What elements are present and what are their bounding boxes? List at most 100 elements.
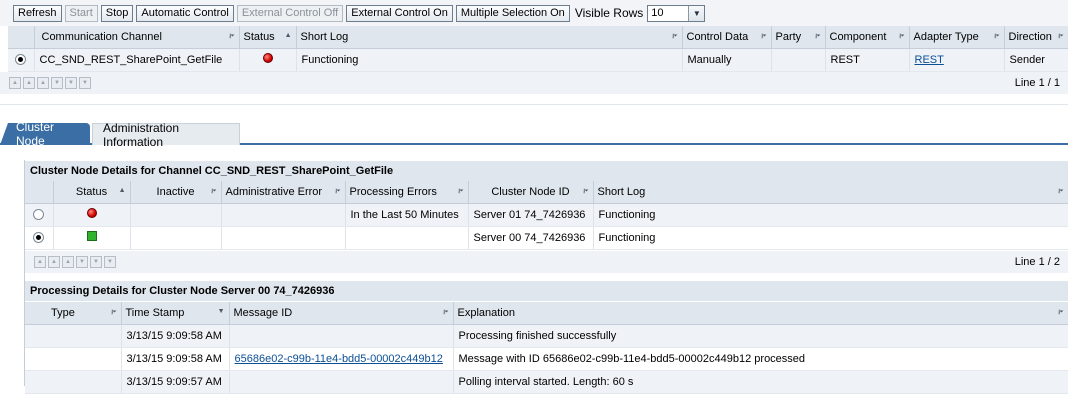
start-button[interactable]: Start [64,4,98,22]
external-control-on-button[interactable]: External Control On [346,4,453,22]
timestamp-value: 3/13/15 9:09:58 AM [121,347,230,371]
inactive-value [130,203,222,227]
short-log-value: Functioning [593,226,1068,250]
tab-administration-information[interactable]: Administration Information [92,121,240,149]
column-header-inactive[interactable]: Inactive ⭳⏷ [130,181,222,204]
sort-filter-icon[interactable]: ⭳⏷ [335,187,340,198]
column-header-direction[interactable]: Direction ⭳⏷ [1004,26,1068,49]
first-page-icon[interactable]: ▲ [34,256,46,268]
sort-filter-icon[interactable]: ⭳⏷ [229,32,234,43]
visible-rows-select[interactable]: 10 ▼ [647,4,706,22]
visible-rows-value: 10 [651,7,664,19]
control-data-value: Manually [682,48,772,72]
explanation-value: Polling interval started. Length: 60 s [453,370,1068,394]
column-header-time-stamp[interactable]: Time Stamp ▼ [121,302,230,325]
column-header-cluster-node-id[interactable]: Cluster Node ID ⭳⏷ [468,181,594,204]
previous-page-icon[interactable]: ▲ [48,256,60,268]
sort-ascending-icon[interactable]: ▲ [285,32,292,39]
timestamp-value: 3/13/15 9:09:58 AM [121,324,230,348]
column-header-status[interactable]: Status ▲ [239,26,297,49]
inactive-value [130,226,222,250]
sort-filter-icon[interactable]: ⭳⏷ [994,32,999,43]
next-page-icon[interactable]: ▼ [65,77,77,89]
cluster-details-table: Status ▲ Inactive ⭳⏷ Administrative Error ⭳… [25,181,1068,250]
refresh-button[interactable]: Refresh [13,4,62,22]
column-header-type[interactable]: Type ⭳⏷ [25,302,122,325]
channels-pager: ▲ ▲ ▲ ▼ ▼ ▼ Line 1 / 1 [0,72,1068,94]
sort-filter-icon[interactable]: ⭳⏷ [443,308,448,319]
sort-filter-icon[interactable]: ⭳⏷ [111,308,116,319]
status-green-icon [86,231,97,241]
short-log-value: Functioning [593,203,1068,227]
next-page-icon[interactable]: ▼ [90,256,102,268]
status-red-icon [262,53,273,63]
adapter-type-link[interactable]: REST [915,54,944,66]
processing-details-title: Processing Details for Cluster Node Serv… [25,281,1068,301]
select-column-header [25,181,54,204]
sort-filter-icon[interactable]: ⭳⏷ [672,32,677,43]
last-page-icon[interactable]: ▼ [104,256,116,268]
column-header-adapter-type[interactable]: Adapter Type ⭳⏷ [909,26,1005,49]
tab-cluster-node[interactable]: Cluster Node [0,123,90,145]
status-red-icon [86,208,97,218]
admin-error-value [221,226,346,250]
column-header-component[interactable]: Component ⭳⏷ [825,26,910,49]
sort-ascending-icon[interactable]: ▲ [119,187,126,194]
processing-errors-value: In the Last 50 Minutes [345,203,469,227]
column-header-processing-errors[interactable]: Processing Errors ⭳⏷ [345,181,469,204]
row-select-radio[interactable] [15,54,27,66]
message-id-link[interactable]: 65686e02-c99b-11e4-bdd5-00002c449b12 [235,353,443,365]
sort-filter-icon[interactable]: ⭳⏷ [899,32,904,43]
channel-name: CC_SND_REST_SharePoint_GetFile [34,48,240,72]
component-value: REST [825,48,910,72]
column-header-short-log[interactable]: Short Log ⭳⏷ [296,26,683,49]
cluster-details-pager: ▲ ▲ ▲ ▼ ▼ ▼ Line 1 / 2 [25,251,1068,273]
automatic-control-button[interactable]: Automatic Control [136,4,234,22]
sort-filter-icon[interactable]: ⭳⏷ [1058,308,1063,319]
column-header-communication-channel[interactable]: Communication Channel ⭳⏷ [34,26,240,49]
sort-filter-icon[interactable]: ⭳⏷ [458,187,463,198]
previous-row-icon[interactable]: ▲ [62,256,74,268]
row-select-radio[interactable] [33,232,45,244]
table-row[interactable]: 3/13/15 9:09:57 AM Polling interval star… [25,370,1068,394]
select-column-header [8,26,35,49]
cluster-details-title: Cluster Node Details for Channel CC_SND_… [25,161,1068,181]
external-control-off-button[interactable]: External Control Off [236,4,344,22]
sort-filter-icon[interactable]: ⭳⏷ [815,32,820,43]
table-row[interactable]: In the Last 50 Minutes Server 01 74_7426… [25,203,1068,227]
chevron-down-icon[interactable]: ▼ [688,5,705,21]
sort-filter-icon[interactable]: ⭳⏷ [1058,187,1063,198]
channels-table: Communication Channel ⭳⏷ Status ▲ Short Lo… [8,26,1068,72]
column-header-control-data[interactable]: Control Data ⭳⏷ [682,26,772,49]
cluster-node-id-value: Server 00 74_7426936 [468,226,594,250]
stop-button[interactable]: Stop [100,4,134,22]
column-header-party[interactable]: Party ⭳⏷ [771,26,826,49]
row-select-radio[interactable] [33,209,45,221]
table-row[interactable]: CC_SND_REST_SharePoint_GetFile Functioni… [8,48,1068,72]
next-row-icon[interactable]: ▼ [76,256,88,268]
next-row-icon[interactable]: ▼ [51,77,63,89]
previous-page-icon[interactable]: ▲ [23,77,35,89]
party-value [771,48,826,72]
column-header-short-log[interactable]: Short Log ⭳⏷ [593,181,1068,204]
sort-filter-icon[interactable]: ⭳⏷ [583,187,588,198]
sort-descending-icon[interactable]: ▼ [218,308,225,315]
type-value [25,370,122,394]
sort-filter-icon[interactable]: ⭳⏷ [1058,32,1063,43]
column-header-explanation[interactable]: Explanation ⭳⏷ [453,302,1068,325]
type-value [25,347,122,371]
table-row[interactable]: 3/13/15 9:09:58 AM 65686e02-c99b-11e4-bd… [25,347,1068,371]
column-header-status[interactable]: Status ▲ [53,181,131,204]
message-id-value [229,370,454,394]
column-header-message-id[interactable]: Message ID ⭳⏷ [229,302,454,325]
table-row[interactable]: 3/13/15 9:09:58 AM Processing finished s… [25,324,1068,348]
last-page-icon[interactable]: ▼ [79,77,91,89]
sort-filter-icon[interactable]: ⭳⏷ [211,187,216,198]
column-header-administrative-error[interactable]: Administrative Error ⭳⏷ [221,181,346,204]
short-log-value: Functioning [296,48,683,72]
table-row[interactable]: Server 00 74_7426936 Functioning [25,226,1068,250]
previous-row-icon[interactable]: ▲ [37,77,49,89]
multiple-selection-on-button[interactable]: Multiple Selection On [455,4,570,22]
first-page-icon[interactable]: ▲ [9,77,21,89]
sort-filter-icon[interactable]: ⭳⏷ [761,32,766,43]
